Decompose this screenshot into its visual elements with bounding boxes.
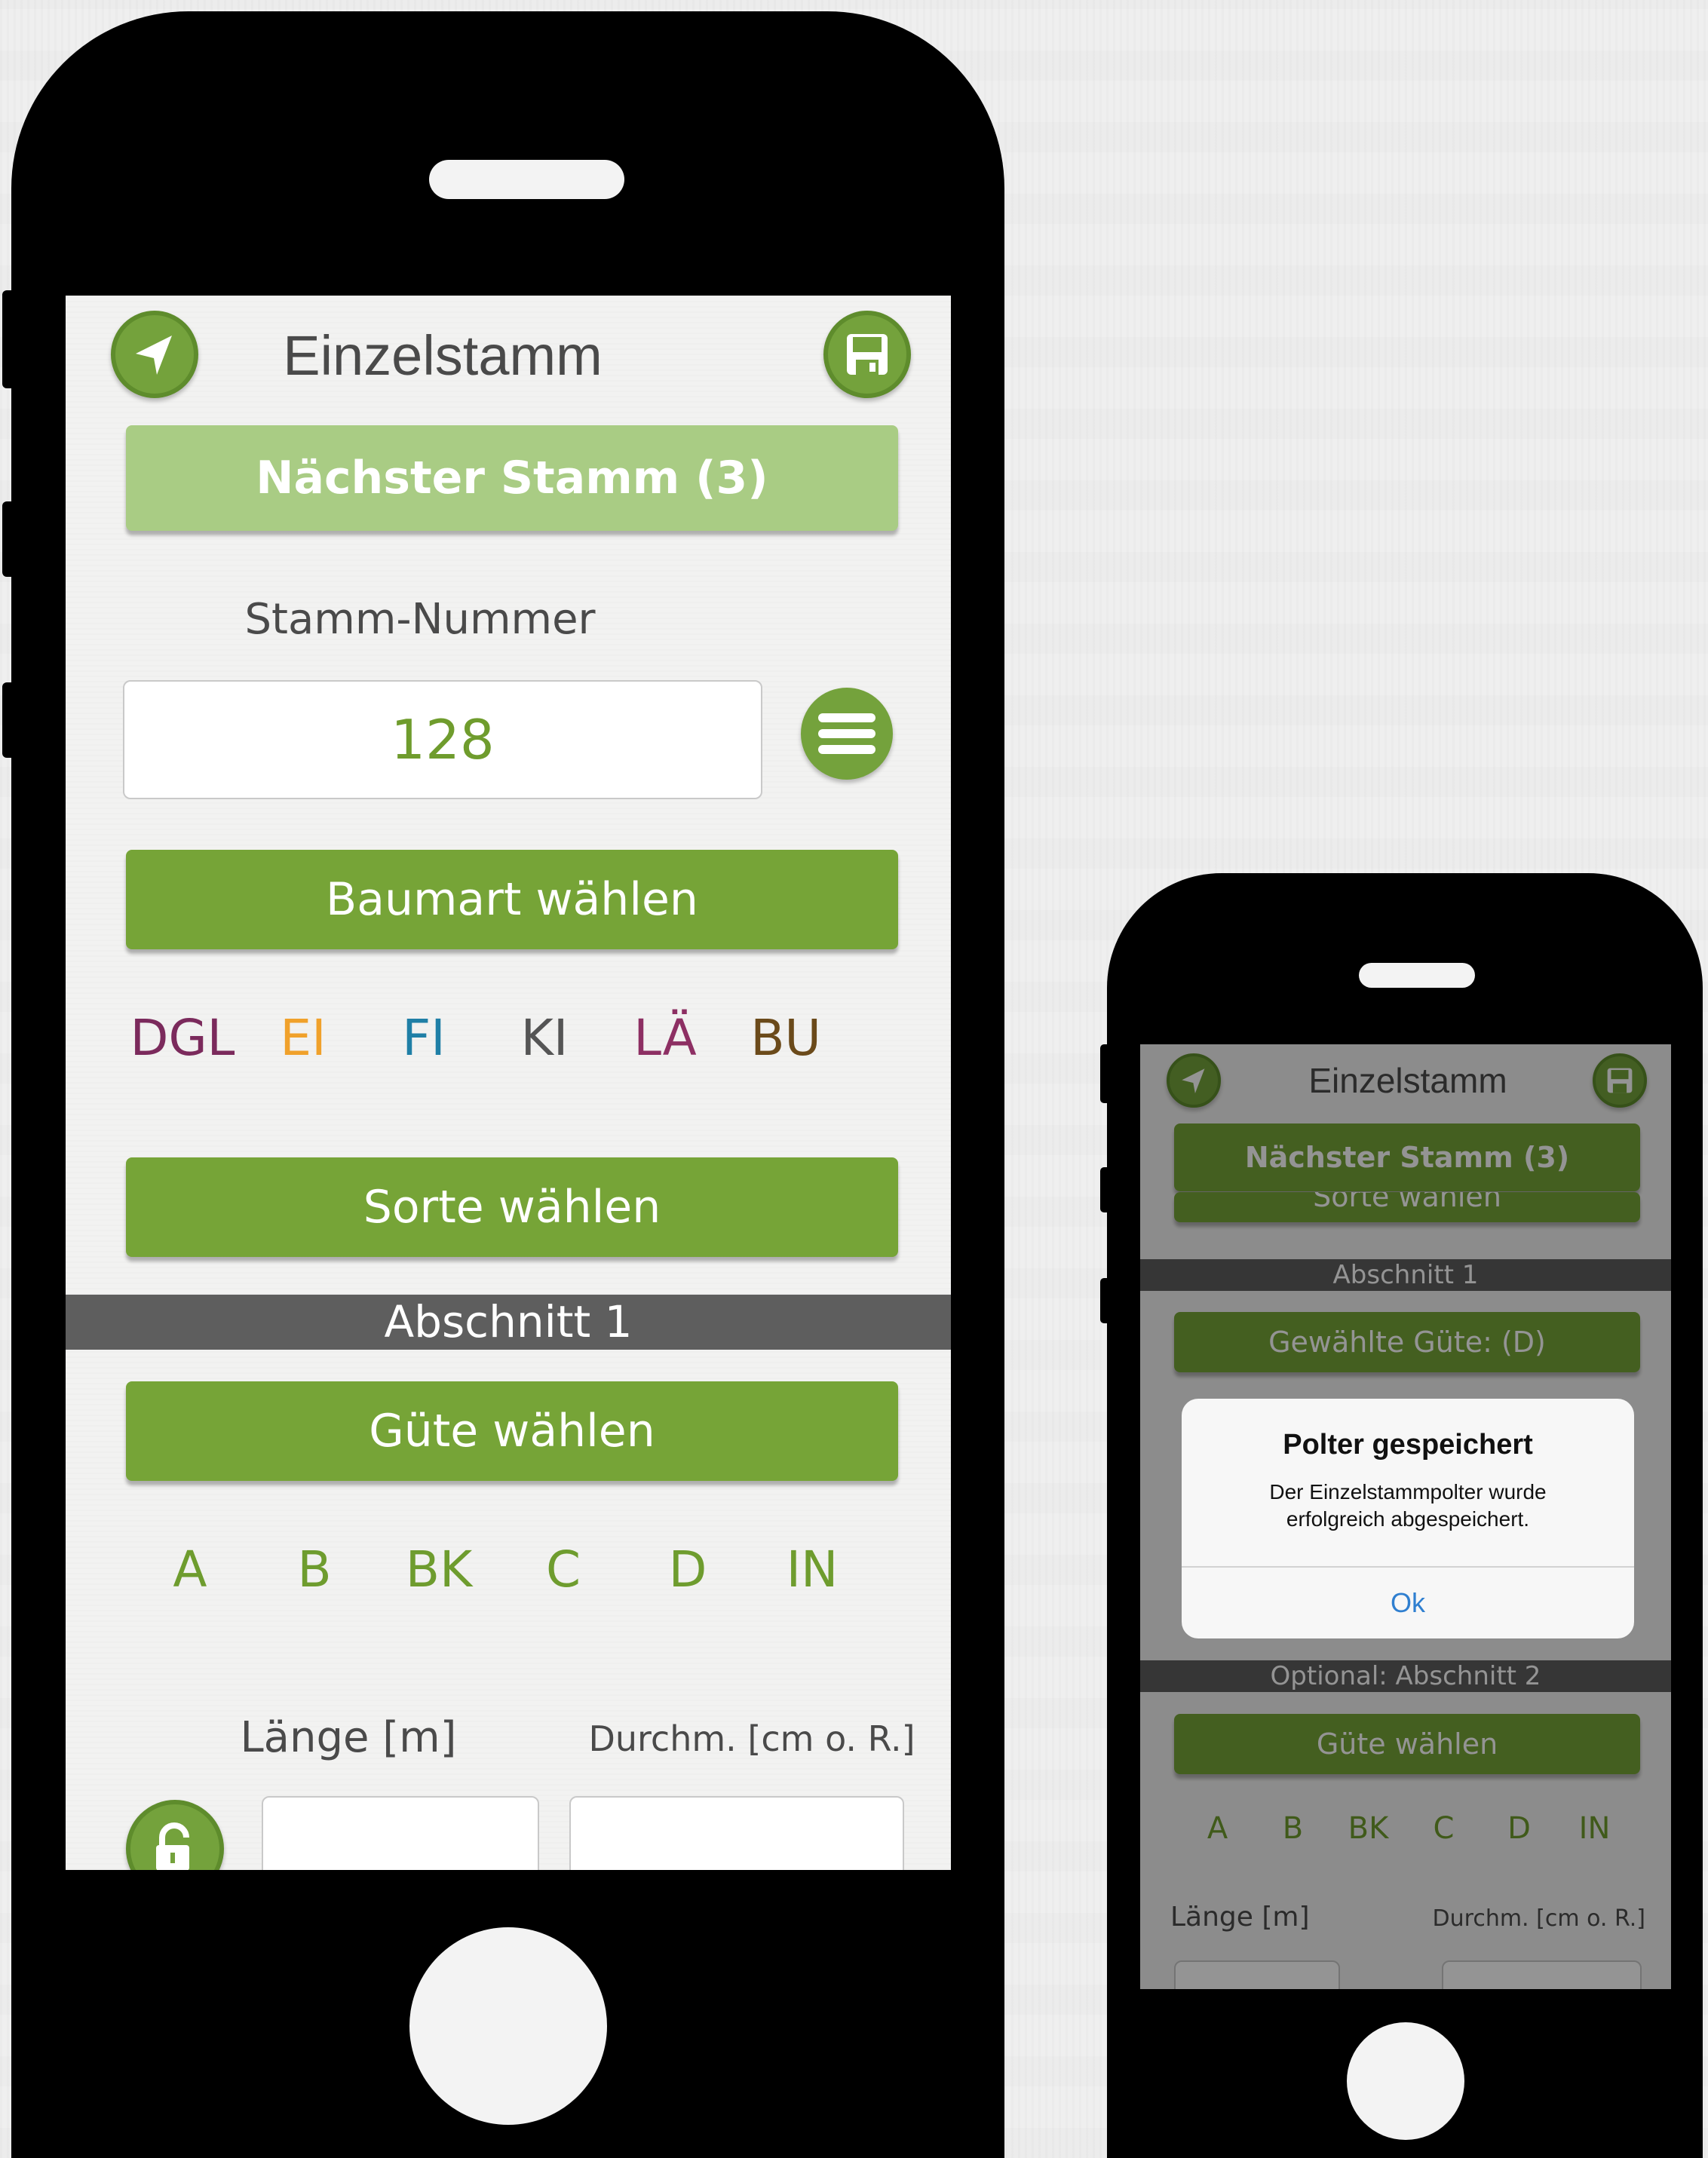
section-band: Abschnitt 1	[66, 1295, 951, 1350]
quality-select-button[interactable]: Güte wählen	[126, 1381, 898, 1481]
lock-button[interactable]	[126, 1800, 224, 1870]
dialog-message-line2: erfolgreich abgespeichert.	[1286, 1507, 1530, 1531]
volume-up-button	[2, 501, 13, 577]
dialog-message-line1: Der Einzelstammpolter wurde	[1269, 1480, 1547, 1504]
speaker-grille	[429, 160, 624, 199]
quality-option[interactable]: B	[258, 1536, 371, 1604]
dialog-title: Polter gespeichert	[1283, 1429, 1533, 1461]
small-screen: Einzelstamm Nächster Stamm (3) Sorte wäh…	[1140, 1044, 1671, 1989]
small-volume-down-button	[1100, 1278, 1109, 1323]
species-option[interactable]: FI	[367, 1004, 480, 1072]
species-option[interactable]: EI	[247, 1004, 360, 1072]
trunk-list-button[interactable]	[801, 688, 893, 780]
volume-down-button	[2, 682, 13, 758]
quality-option[interactable]: IN	[756, 1536, 869, 1604]
back-button[interactable]	[111, 311, 198, 398]
trunk-number-label: Stamm-Nummer	[244, 595, 596, 644]
saved-alert-dialog: Polter gespeichert Der Einzelstammpolter…	[1182, 1399, 1634, 1638]
page-title: Einzelstamm	[283, 324, 603, 387]
dialog-ok-button[interactable]: Ok	[1182, 1568, 1634, 1638]
trunk-number-input[interactable]: 128	[123, 680, 762, 799]
back-arrow-icon	[136, 336, 172, 375]
diameter-input[interactable]	[569, 1796, 904, 1870]
species-option[interactable]: LÄ	[609, 1004, 722, 1072]
trunk-number-value: 128	[391, 708, 495, 771]
quality-option[interactable]: D	[631, 1536, 744, 1604]
species-select-button[interactable]: Baumart wählen	[126, 850, 898, 949]
small-speaker-grille	[1359, 963, 1475, 988]
small-home-button[interactable]	[1347, 2022, 1464, 2140]
next-trunk-button[interactable]: Nächster Stamm (3)	[126, 425, 898, 531]
unlock-icon	[156, 1822, 189, 1870]
length-label: Länge [m]	[240, 1713, 457, 1762]
quality-option[interactable]: C	[507, 1536, 620, 1604]
species-option[interactable]: BU	[729, 1004, 842, 1072]
species-option[interactable]: KI	[488, 1004, 601, 1072]
quality-option[interactable]: BK	[382, 1536, 495, 1604]
small-volume-up-button	[1100, 1167, 1109, 1212]
length-input[interactable]	[262, 1796, 539, 1870]
quality-option[interactable]: A	[133, 1536, 247, 1604]
floppy-disk-icon	[847, 334, 888, 375]
home-button[interactable]	[409, 1927, 607, 2125]
mute-switch	[2, 290, 13, 388]
hamburger-menu-icon	[818, 713, 875, 754]
small-mute-switch	[1100, 1044, 1109, 1103]
main-screen: Einzelstamm Nächster Stamm (3) Stamm-Num…	[66, 296, 951, 1870]
diameter-label: Durchm. [cm o. R.]	[588, 1718, 915, 1759]
species-option[interactable]: DGL	[126, 1004, 239, 1072]
save-button[interactable]	[823, 311, 911, 398]
variety-select-button[interactable]: Sorte wählen	[126, 1157, 898, 1257]
